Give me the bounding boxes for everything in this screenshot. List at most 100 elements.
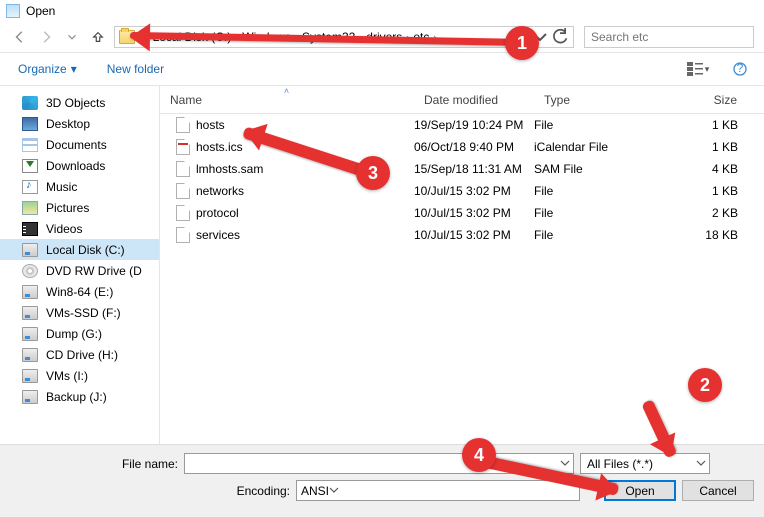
sidebar-item[interactable]: 3D Objects: [0, 92, 159, 113]
toolbar: Organize ▾ New folder ▾ ?: [0, 52, 764, 86]
sidebar-item-label: Desktop: [46, 117, 90, 131]
file-type: File: [534, 118, 646, 132]
disk-icon: [22, 285, 38, 299]
file-date: 19/Sep/19 10:24 PM: [414, 118, 534, 132]
file-icon: [176, 183, 190, 199]
sidebar-item[interactable]: Documents: [0, 134, 159, 155]
chevron-down-icon[interactable]: [696, 457, 706, 471]
file-type-value: All Files (*.*): [587, 457, 653, 471]
sidebar-item[interactable]: Backup (J:): [0, 386, 159, 407]
window-icon: [6, 4, 20, 18]
sidebar-item-label: VMs (I:): [46, 369, 88, 383]
file-date: 10/Jul/15 3:02 PM: [414, 184, 534, 198]
sidebar-item-label: Pictures: [46, 201, 89, 215]
sidebar-item-label: Documents: [46, 138, 107, 152]
sidebar: 3D Objects Desktop Documents Downloads Music…: [0, 86, 160, 446]
sidebar-item-label: Dump (G:): [46, 327, 102, 341]
view-options-button[interactable]: ▾: [686, 58, 710, 80]
sidebar-item-label: VMs-SSD (F:): [46, 306, 121, 320]
organize-label: Organize: [18, 62, 67, 76]
sidebar-item-label: Downloads: [46, 159, 105, 173]
sidebar-item-label: CD Drive (H:): [46, 348, 118, 362]
sidebar-item[interactable]: DVD RW Drive (D: [0, 260, 159, 281]
file-icon: [176, 139, 190, 155]
help-button[interactable]: ?: [728, 58, 752, 80]
column-date-label: Date modified: [424, 93, 498, 107]
file-name: hosts: [196, 118, 225, 132]
annotation-callout-4: 4: [462, 438, 496, 472]
file-size: 1 KB: [646, 118, 764, 132]
column-name-label: Name: [170, 93, 202, 107]
pic-icon: [22, 201, 38, 215]
search-input[interactable]: [591, 30, 747, 44]
nav-back-button[interactable]: [10, 27, 30, 47]
sidebar-item-label: 3D Objects: [46, 96, 105, 110]
music-icon: [22, 180, 38, 194]
window-title: Open: [26, 4, 55, 18]
encoding-value: ANSI: [301, 484, 329, 498]
new-folder-button[interactable]: New folder: [101, 58, 170, 80]
file-icon: [176, 161, 190, 177]
column-headers: Name ˄ Date modified Type Size: [160, 86, 764, 114]
nav-forward-button[interactable]: [36, 27, 56, 47]
chevron-down-icon: ▾: [71, 62, 77, 76]
file-size: 1 KB: [646, 184, 764, 198]
file-size: 18 KB: [646, 228, 764, 242]
sidebar-item[interactable]: Pictures: [0, 197, 159, 218]
column-name[interactable]: Name ˄: [160, 86, 414, 113]
sidebar-item[interactable]: CD Drive (H:): [0, 344, 159, 365]
organize-button[interactable]: Organize ▾: [12, 58, 83, 80]
file-row[interactable]: protocol10/Jul/15 3:02 PMFile2 KB: [160, 202, 764, 224]
file-date: 10/Jul/15 3:02 PM: [414, 228, 534, 242]
disk-icon: [22, 243, 38, 257]
encoding-combobox[interactable]: ANSI: [296, 480, 580, 501]
disk-icon: [22, 348, 38, 362]
sidebar-item-label: Local Disk (C:): [46, 243, 125, 257]
disk-icon: [22, 327, 38, 341]
sidebar-item-label: Music: [46, 180, 77, 194]
disk-icon: [22, 390, 38, 404]
column-size[interactable]: Size: [646, 86, 764, 113]
file-type-filter[interactable]: All Files (*.*): [580, 453, 710, 474]
file-type: File: [534, 184, 646, 198]
search-box[interactable]: [584, 26, 754, 48]
sidebar-item[interactable]: Win8-64 (E:): [0, 281, 159, 302]
title-bar: Open: [0, 0, 764, 22]
column-type[interactable]: Type: [534, 86, 646, 113]
file-name: networks: [196, 184, 244, 198]
nav-up-button[interactable]: [88, 27, 108, 47]
file-row[interactable]: services10/Jul/15 3:02 PMFile18 KB: [160, 224, 764, 246]
sidebar-item[interactable]: Local Disk (C:): [0, 239, 159, 260]
sidebar-item[interactable]: Dump (G:): [0, 323, 159, 344]
dvd-icon: [22, 264, 38, 278]
refresh-button[interactable]: [551, 28, 569, 46]
sidebar-item[interactable]: Videos: [0, 218, 159, 239]
column-date[interactable]: Date modified: [414, 86, 534, 113]
nav-recent-button[interactable]: [62, 27, 82, 47]
sidebar-item[interactable]: Downloads: [0, 155, 159, 176]
filename-label: File name:: [10, 457, 178, 471]
file-name: lmhosts.sam: [196, 162, 263, 176]
cancel-button-label: Cancel: [699, 484, 736, 498]
disk-icon: [22, 369, 38, 383]
encoding-label: Encoding:: [10, 484, 290, 498]
sidebar-item-label: Win8-64 (E:): [46, 285, 113, 299]
file-size: 1 KB: [646, 140, 764, 154]
doc-icon: [22, 138, 38, 152]
chevron-down-icon[interactable]: [560, 457, 570, 471]
file-date: 15/Sep/18 11:31 AM: [414, 162, 534, 176]
column-type-label: Type: [544, 93, 570, 107]
sidebar-item[interactable]: Desktop: [0, 113, 159, 134]
file-date: 06/Oct/18 9:40 PM: [414, 140, 534, 154]
cancel-button[interactable]: Cancel: [682, 480, 754, 501]
vid-icon: [22, 222, 38, 236]
file-row[interactable]: lmhosts.sam15/Sep/18 11:31 AMSAM File4 K…: [160, 158, 764, 180]
sidebar-item[interactable]: Music: [0, 176, 159, 197]
file-icon: [176, 205, 190, 221]
file-row[interactable]: networks 10/Jul/15 3:02 PMFile1 KB: [160, 180, 764, 202]
sidebar-item[interactable]: VMs (I:): [0, 365, 159, 386]
chevron-down-icon[interactable]: [329, 484, 339, 498]
file-icon: [176, 117, 190, 133]
file-name: protocol: [196, 206, 239, 220]
sidebar-item[interactable]: VMs-SSD (F:): [0, 302, 159, 323]
